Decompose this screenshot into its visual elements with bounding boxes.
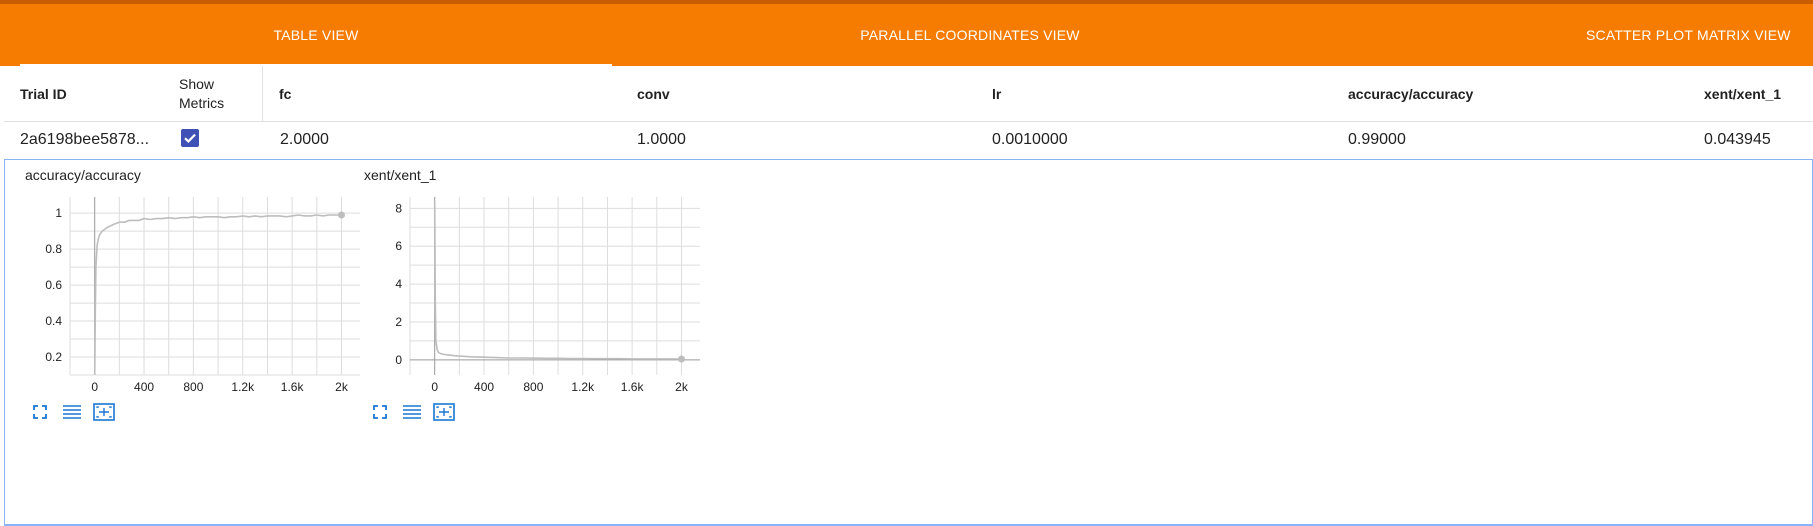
y-tick-label: 8 <box>395 201 402 215</box>
y-tick-label: 4 <box>395 277 402 291</box>
accuracy-chart-tools <box>24 400 120 424</box>
column-header-conv[interactable]: conv <box>637 66 670 122</box>
y-tick-label: 0.2 <box>45 350 62 364</box>
xent-chart[interactable]: 0 2 4 6 8 0 400 800 1.2k 1.6k 2k <box>360 195 700 395</box>
table-header: Trial ID Show Metrics fc conv lr accurac… <box>4 66 1813 122</box>
show-metrics-label-line1: Show <box>179 76 215 92</box>
column-header-show-metrics: Show Metrics <box>179 66 224 122</box>
x-tick-label: 800 <box>523 380 543 394</box>
y-tick-label: 2 <box>395 315 402 329</box>
y-tick-label: 0 <box>395 353 402 367</box>
cell-lr: 0.0010000 <box>992 131 1068 148</box>
series-end-point <box>677 355 685 363</box>
fit-domain-icon[interactable] <box>88 400 120 424</box>
column-header-accuracy[interactable]: accuracy/accuracy <box>1348 66 1473 122</box>
x-tick-label: 400 <box>474 380 494 394</box>
accuracy-chart[interactable]: 0.2 0.4 0.6 0.8 1 0 400 800 1.2k 1.6k 2k <box>20 195 360 395</box>
chart-title-xent: xent/xent_1 <box>364 167 437 183</box>
x-tick-label: 0 <box>91 380 98 394</box>
column-header-xent[interactable]: xent/xent_1 <box>1704 66 1781 122</box>
cell-fc: 2.0000 <box>280 131 329 148</box>
x-tick-label: 2k <box>335 380 349 394</box>
column-divider <box>262 66 263 122</box>
y-tick-label: 0.8 <box>45 242 62 256</box>
tab-table-view[interactable]: TABLE VIEW <box>20 4 612 66</box>
table-row[interactable]: 2a6198bee5878... 2.0000 1.0000 0.0010000… <box>4 122 1813 158</box>
cell-xent: 0.043945 <box>1704 131 1771 148</box>
x-tick-label: 0 <box>431 380 438 394</box>
tab-scatter-plot-matrix-view[interactable]: SCATTER PLOT MATRIX VIEW <box>1530 4 1813 66</box>
fullscreen-icon[interactable] <box>24 400 56 424</box>
column-header-fc[interactable]: fc <box>279 66 291 122</box>
chart-title-accuracy: accuracy/accuracy <box>25 167 141 183</box>
x-tick-label: 400 <box>134 380 154 394</box>
cell-conv: 1.0000 <box>637 131 686 148</box>
x-tick-label: 1.6k <box>621 380 645 394</box>
x-tick-label: 1.2k <box>571 380 595 394</box>
y-tick-label: 1 <box>55 206 62 220</box>
top-tab-bar: TABLE VIEW PARALLEL COORDINATES VIEW SCA… <box>0 0 1813 66</box>
fit-domain-icon[interactable] <box>428 400 460 424</box>
x-tick-label: 800 <box>183 380 203 394</box>
y-tick-label: 0.6 <box>45 278 62 292</box>
column-header-trial-id[interactable]: Trial ID <box>20 66 67 122</box>
y-tick-label: 0.4 <box>45 314 62 328</box>
series-end-point <box>337 211 345 219</box>
show-metrics-label-line2: Metrics <box>179 95 225 111</box>
tab-parallel-coordinates-view[interactable]: PARALLEL COORDINATES VIEW <box>612 4 1328 66</box>
x-tick-label: 1.2k <box>231 380 255 394</box>
toggle-y-log-icon[interactable] <box>56 400 88 424</box>
checkmark-icon <box>184 133 196 143</box>
x-tick-label: 1.6k <box>281 380 305 394</box>
fullscreen-icon[interactable] <box>364 400 396 424</box>
cell-trial-id: 2a6198bee5878... <box>20 131 150 148</box>
show-metrics-checkbox[interactable] <box>181 129 199 147</box>
x-tick-label: 2k <box>675 380 689 394</box>
y-tick-label: 6 <box>395 239 402 253</box>
xent-chart-tools <box>364 400 460 424</box>
cell-accuracy: 0.99000 <box>1348 131 1406 148</box>
column-header-lr[interactable]: lr <box>992 66 1001 122</box>
toggle-y-log-icon[interactable] <box>396 400 428 424</box>
